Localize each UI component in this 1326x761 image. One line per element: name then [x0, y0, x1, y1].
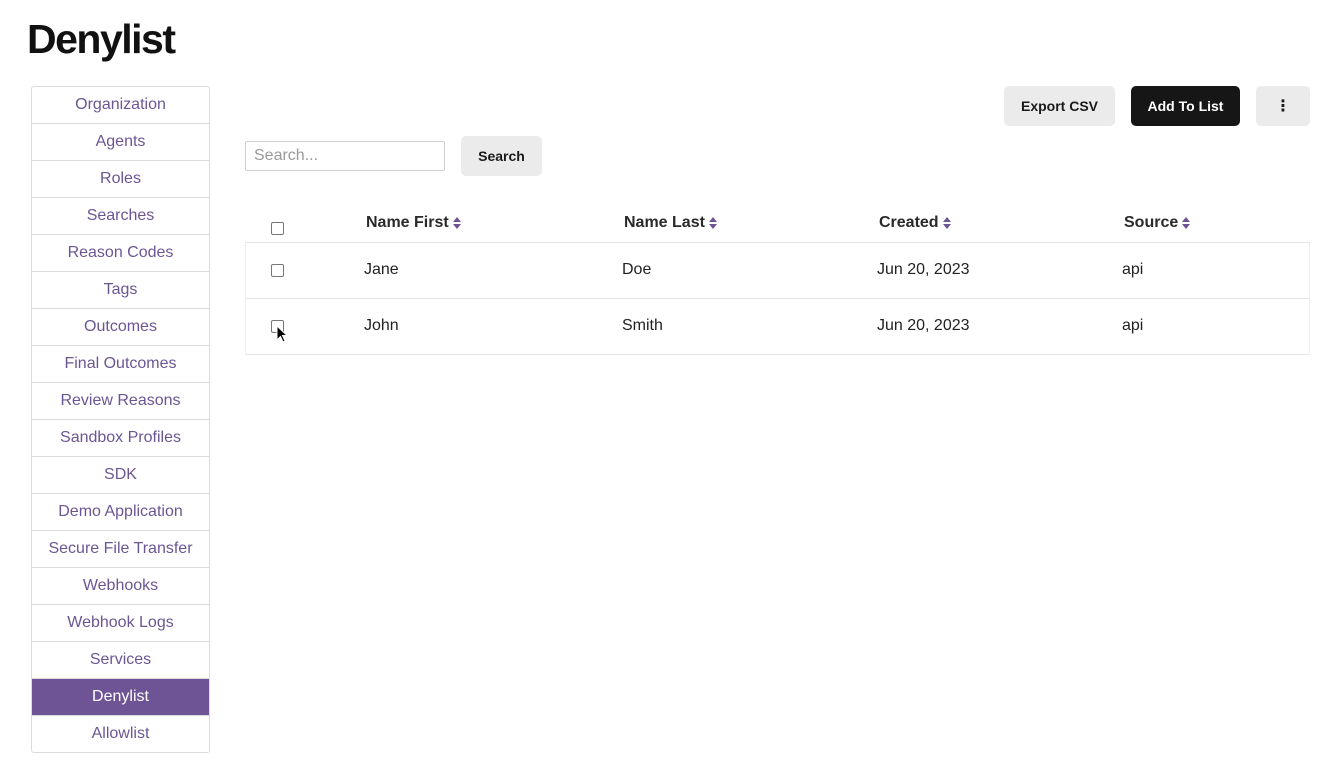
cell-name-last: Doe — [622, 261, 652, 278]
more-options-button[interactable]: ⋮ — [1256, 86, 1310, 126]
cell-source: api — [1122, 261, 1144, 278]
mouse-pointer-icon — [276, 325, 288, 343]
cell-created: Jun 20, 2023 — [877, 261, 970, 278]
add-to-list-button[interactable]: Add To List — [1131, 86, 1240, 126]
table-header: Name First Name Last Created Source — [245, 204, 1310, 243]
column-header-source[interactable]: Source — [1124, 214, 1191, 232]
page-title: Denylist — [27, 16, 176, 62]
column-header-created[interactable]: Created — [879, 214, 952, 232]
column-header-name-last[interactable]: Name Last — [624, 214, 718, 232]
cell-name-first: Jane — [364, 261, 399, 278]
sidebar-item-allowlist[interactable]: Allowlist — [32, 715, 209, 752]
sidebar-item-sdk[interactable]: SDK — [32, 456, 209, 493]
sidebar-item-final-outcomes[interactable]: Final Outcomes — [32, 345, 209, 382]
sort-icon — [1182, 217, 1191, 229]
search-button[interactable]: Search — [461, 136, 542, 176]
table-row: John Smith Jun 20, 2023 api — [245, 299, 1310, 355]
sidebar-item-review-reasons[interactable]: Review Reasons — [32, 382, 209, 419]
export-csv-button[interactable]: Export CSV — [1004, 86, 1115, 126]
sidebar-item-reason-codes[interactable]: Reason Codes — [32, 234, 209, 271]
sidebar-item-webhooks[interactable]: Webhooks — [32, 567, 209, 604]
sidebar-item-searches[interactable]: Searches — [32, 197, 209, 234]
sidebar-item-webhook-logs[interactable]: Webhook Logs — [32, 604, 209, 641]
sort-icon — [942, 217, 951, 229]
row-checkbox[interactable] — [271, 264, 284, 277]
sidebar-nav: Organization Agents Roles Searches Reaso… — [31, 86, 210, 753]
cell-source: api — [1122, 317, 1144, 334]
sort-icon — [452, 217, 461, 229]
cell-name-first: John — [364, 317, 399, 334]
sidebar-item-agents[interactable]: Agents — [32, 123, 209, 160]
sidebar-item-sandbox-profiles[interactable]: Sandbox Profiles — [32, 419, 209, 456]
cell-created: Jun 20, 2023 — [877, 317, 970, 334]
denylist-table: Name First Name Last Created Source Jane… — [245, 204, 1310, 355]
sort-icon — [708, 217, 717, 229]
sidebar-item-secure-file-transfer[interactable]: Secure File Transfer — [32, 530, 209, 567]
sidebar-item-roles[interactable]: Roles — [32, 160, 209, 197]
more-vertical-icon: ⋮ — [1275, 98, 1291, 115]
table-row: Jane Doe Jun 20, 2023 api — [245, 243, 1310, 299]
select-all-checkbox[interactable] — [271, 222, 284, 235]
sidebar-item-organization[interactable]: Organization — [32, 87, 209, 123]
column-header-name-first[interactable]: Name First — [366, 214, 462, 232]
sidebar-item-outcomes[interactable]: Outcomes — [32, 308, 209, 345]
search-input[interactable] — [245, 141, 445, 171]
sidebar-item-demo-application[interactable]: Demo Application — [32, 493, 209, 530]
sidebar-item-denylist[interactable]: Denylist — [32, 678, 209, 715]
sidebar-item-services[interactable]: Services — [32, 641, 209, 678]
sidebar-item-tags[interactable]: Tags — [32, 271, 209, 308]
cell-name-last: Smith — [622, 317, 663, 334]
